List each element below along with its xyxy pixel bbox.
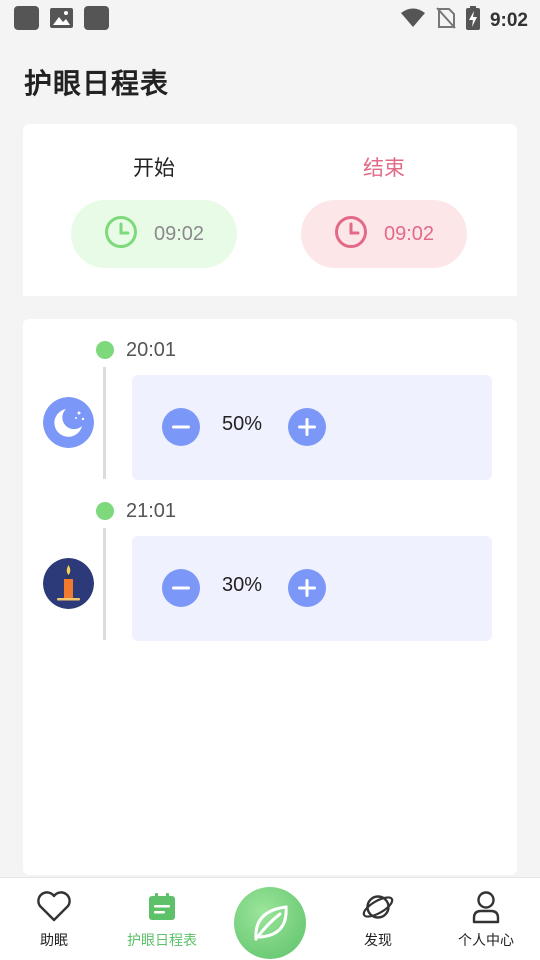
nav-discover[interactable]: 发现 <box>328 888 428 950</box>
minus-icon <box>172 425 190 429</box>
planet-icon <box>328 888 428 926</box>
app-notification-icon <box>14 6 39 30</box>
entry-time: 21:01 <box>126 500 177 522</box>
notification-icons <box>14 6 109 30</box>
center-leaf-button[interactable] <box>234 887 306 959</box>
schedule-icon <box>112 888 212 926</box>
start-label: 开始 <box>133 157 175 180</box>
timeline-dot <box>96 341 114 359</box>
wifi-icon <box>400 8 426 33</box>
brightness-value: 50% <box>221 413 263 435</box>
nav-sleep[interactable]: 助眠 <box>4 888 104 950</box>
nav-schedule[interactable]: 护眼日程表 <box>112 888 212 950</box>
timeline-line <box>103 367 106 479</box>
plus-icon <box>298 579 316 597</box>
start-time: 09:02 <box>153 222 205 245</box>
app-notification-icon-2 <box>84 6 109 30</box>
candle-icon <box>43 558 94 609</box>
timeline-entry: 20:01 50% <box>23 319 517 480</box>
status-time: 9:02 <box>489 9 528 31</box>
brightness-panel: 30% <box>132 536 492 641</box>
end-column: 结束 09:02 <box>301 154 467 268</box>
image-notification-icon <box>49 6 74 30</box>
decrease-button[interactable] <box>162 408 200 446</box>
nav-sleep-label: 助眠 <box>40 932 68 948</box>
heart-icon <box>4 888 104 926</box>
timeline-card: 20:01 50% 21:01 30% <box>23 319 517 875</box>
end-time: 09:02 <box>383 222 435 245</box>
minus-icon <box>172 586 190 590</box>
start-time-button[interactable]: 09:02 <box>71 200 237 268</box>
increase-button[interactable] <box>288 408 326 446</box>
end-time-button[interactable]: 09:02 <box>301 200 467 268</box>
moon-icon <box>43 397 94 448</box>
leaf-icon <box>254 905 288 941</box>
end-label: 结束 <box>363 157 405 180</box>
increase-button[interactable] <box>288 569 326 607</box>
timeline-entry: 21:01 30% <box>23 480 517 641</box>
start-column: 开始 09:02 <box>71 154 237 268</box>
schedule-range-card: 开始 09:02 结束 09:02 <box>23 124 517 296</box>
nav-profile-label: 个人中心 <box>458 932 514 948</box>
no-sim-icon <box>436 7 456 34</box>
bottom-navigation: 助眠 护眼日程表 发现 个人中心 <box>0 877 540 960</box>
brightness-value: 30% <box>221 574 263 596</box>
status-bar: 9:02 <box>0 0 540 36</box>
timeline-dot <box>96 502 114 520</box>
page-title: 护眼日程表 <box>24 68 170 99</box>
plus-icon <box>298 418 316 436</box>
clock-icon <box>104 215 138 254</box>
timeline-line <box>103 528 106 640</box>
brightness-panel: 50% <box>132 375 492 480</box>
battery-icon <box>465 6 480 35</box>
entry-time: 20:01 <box>126 339 177 361</box>
nav-schedule-label: 护眼日程表 <box>127 932 197 948</box>
decrease-button[interactable] <box>162 569 200 607</box>
nav-profile[interactable]: 个人中心 <box>436 888 536 950</box>
person-icon <box>436 888 536 926</box>
clock-icon <box>334 215 368 254</box>
nav-discover-label: 发现 <box>364 932 392 948</box>
